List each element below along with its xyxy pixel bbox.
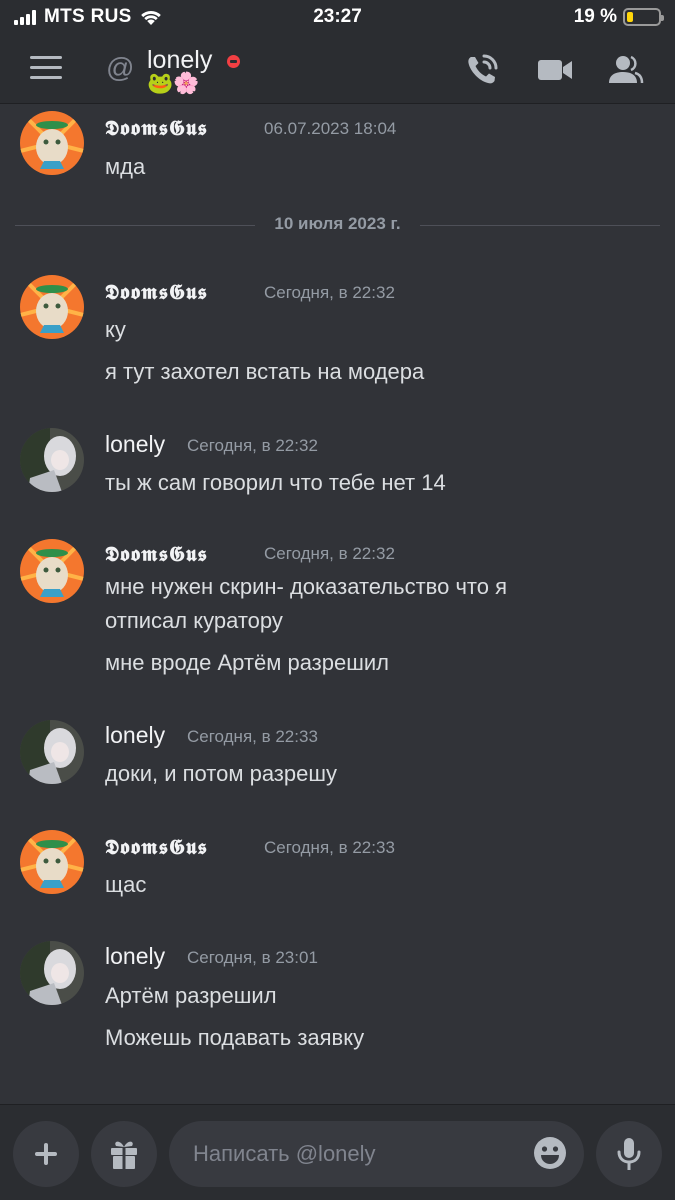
cat-avatar-icon (20, 111, 84, 175)
anime-avatar-icon (20, 720, 84, 784)
message-text: ты ж сам говорил что тебе нет 14 (105, 470, 446, 495)
call-icon[interactable] (462, 50, 502, 90)
message-author[interactable]: 𝕯𝖔𝖔𝖒𝖘𝕲𝖚𝖘 (105, 279, 208, 305)
cat-avatar-icon (20, 275, 84, 339)
battery-percent: 19 % (573, 6, 617, 27)
date-divider-label: 10 июля 2023 г. (274, 214, 401, 233)
members-icon[interactable] (605, 50, 645, 90)
gift-button[interactable] (91, 1121, 157, 1187)
status-bar: MTS RUS 23:27 19 % (0, 0, 675, 36)
battery-icon (623, 8, 664, 26)
menu-icon[interactable] (30, 56, 62, 80)
message-text: мне нужен скрин- доказательство что я (105, 574, 508, 599)
message-timestamp: Сегодня, в 22:33 (187, 727, 318, 746)
header-custom-status: 🐸🌸 (147, 72, 200, 95)
avatar[interactable] (20, 539, 84, 603)
message-text: щас (105, 872, 147, 897)
message-timestamp: Сегодня, в 22:33 (264, 838, 395, 857)
message-text: мда (105, 154, 146, 179)
message-author[interactable]: 𝕯𝖔𝖔𝖒𝖘𝕲𝖚𝖘 (105, 834, 208, 860)
emoji-icon[interactable] (532, 1135, 568, 1171)
avatar[interactable] (20, 275, 84, 339)
avatar[interactable] (20, 941, 84, 1005)
date-divider: 10 июля 2023 г. (15, 210, 660, 240)
message-composer (0, 1104, 675, 1200)
message-text: Можешь подавать заявку (105, 1025, 365, 1050)
anime-avatar-icon (20, 941, 84, 1005)
message-timestamp: Сегодня, в 22:32 (187, 436, 318, 455)
message-timestamp: 06.07.2023 18:04 (264, 119, 397, 138)
message-timestamp: Сегодня, в 22:32 (264, 544, 395, 563)
mic-button[interactable] (596, 1121, 662, 1187)
video-icon[interactable] (535, 50, 575, 90)
header-username[interactable]: lonely (147, 46, 212, 75)
dnd-status-icon (227, 55, 240, 68)
message-author[interactable]: lonely (105, 722, 165, 749)
message-text: мне вроде Артём разрешил (105, 650, 390, 675)
cat-avatar-icon (20, 830, 84, 894)
message-text: я тут захотел встать на модера (105, 359, 425, 384)
message-timestamp: Сегодня, в 22:32 (264, 283, 395, 302)
message-timestamp: Сегодня, в 23:01 (187, 948, 318, 967)
status-right: 19 % (573, 6, 664, 28)
plus-icon[interactable] (13, 1121, 79, 1187)
at-icon: @ (106, 52, 135, 83)
message-author[interactable]: lonely (105, 431, 165, 458)
mic-icon (617, 1138, 641, 1170)
message-author[interactable]: 𝕯𝖔𝖔𝖒𝖘𝕲𝖚𝖘 (105, 541, 208, 567)
cat-avatar-icon (20, 539, 84, 603)
gift-icon (111, 1141, 137, 1169)
message-text: ку (105, 317, 126, 342)
avatar[interactable] (20, 720, 84, 784)
message-author[interactable]: 𝕯𝖔𝖔𝖒𝖘𝕲𝖚𝖘 (105, 115, 208, 141)
chat-header: @ lonely 🐸🌸 (0, 36, 675, 104)
avatar[interactable] (20, 111, 84, 175)
avatar[interactable] (20, 830, 84, 894)
message-input[interactable] (169, 1121, 584, 1187)
message-author[interactable]: lonely (105, 943, 165, 970)
battery-fill (627, 12, 633, 22)
message-text: отписал куратору (105, 608, 283, 633)
anime-avatar-icon (20, 428, 84, 492)
message-text: Артём разрешил (105, 983, 277, 1008)
message-text: доки, и потом разрешу (105, 761, 338, 786)
avatar[interactable] (20, 428, 84, 492)
